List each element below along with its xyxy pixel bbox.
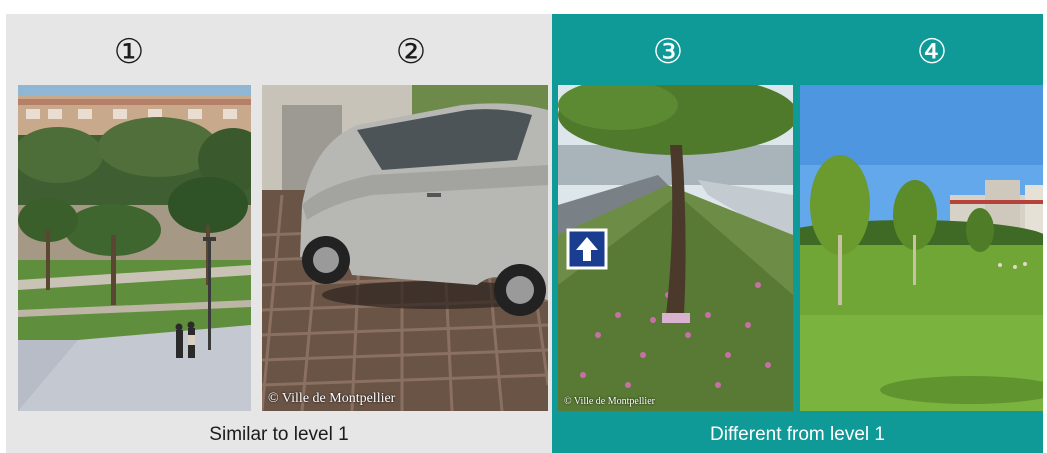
different-group: ③ ④ © Ville de Montpellier Different fro… xyxy=(552,14,1043,453)
caption-different: Different from level 1 xyxy=(710,424,885,445)
photo3-credit: © Ville de Montpellier xyxy=(564,396,655,407)
panel-number-1: ① xyxy=(113,32,145,72)
panel-number-4: ④ xyxy=(916,32,948,72)
photo-open-lawn xyxy=(800,85,1043,411)
panel-number-3: ③ xyxy=(652,32,684,72)
panel-number-2: ② xyxy=(395,32,427,72)
photo2-credit: © Ville de Montpellier xyxy=(268,391,396,406)
photo-park-walkway xyxy=(18,85,251,411)
similar-group: ① ② © Ville de Montpellier Similar to le… xyxy=(6,14,552,453)
photo-flower-median: © Ville de Montpellier xyxy=(558,85,793,411)
caption-similar: Similar to level 1 xyxy=(209,424,349,445)
photo-car-grass-paving: © Ville de Montpellier xyxy=(262,85,548,411)
